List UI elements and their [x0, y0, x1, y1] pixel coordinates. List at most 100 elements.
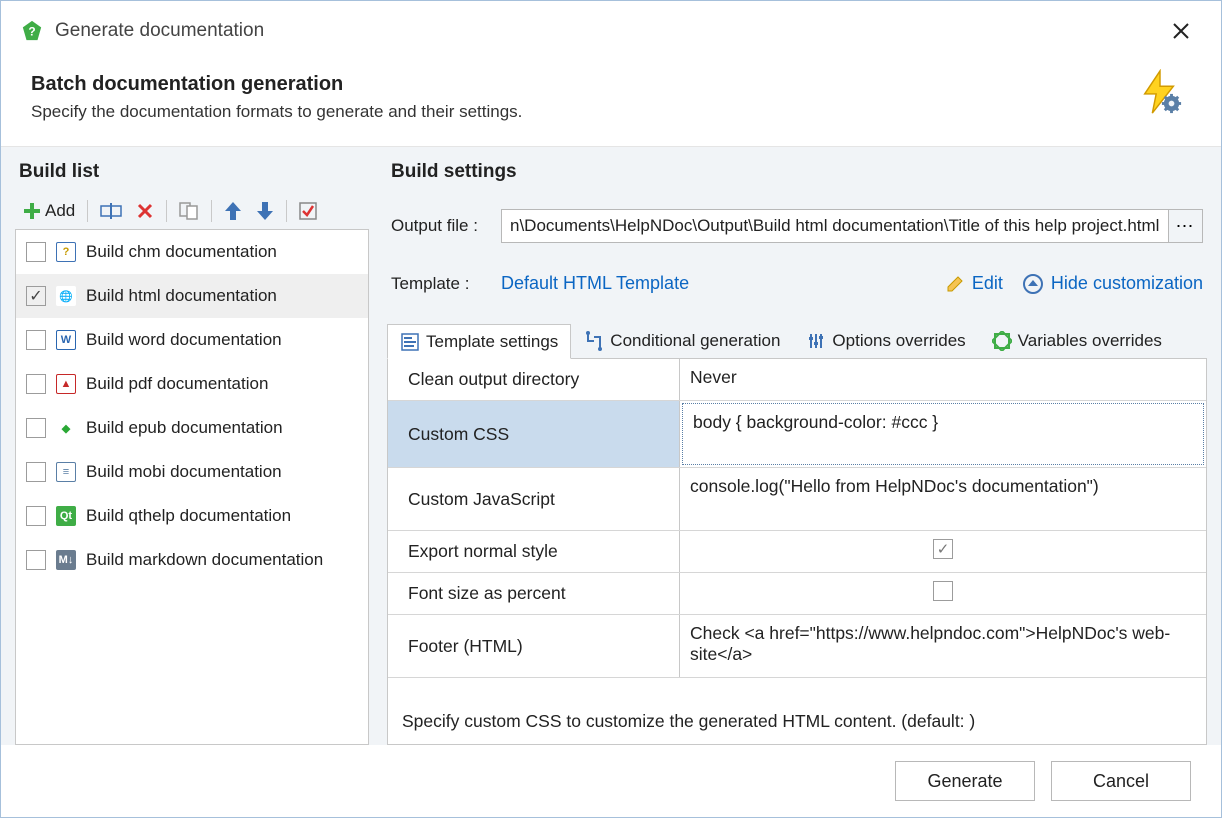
rename-button[interactable]	[94, 197, 128, 225]
chm-icon: ?	[56, 242, 76, 262]
build-list-item[interactable]: ≡ Build mobi documentation	[16, 450, 368, 494]
build-list-title: Build list	[19, 161, 369, 183]
template-row: Template : Default HTML Template Edit Hi…	[391, 273, 1203, 294]
build-list-item[interactable]: M↓Build markdown documentation	[16, 538, 368, 582]
move-down-button[interactable]	[250, 197, 280, 225]
build-list-panel: Build list Add ? Build chm documentation 🌐…	[15, 157, 369, 745]
variables-icon	[992, 331, 1012, 351]
tab-variables-overrides[interactable]: Variables overrides	[979, 324, 1175, 358]
separator	[166, 200, 167, 222]
body: Build list Add ? Build chm documentation 🌐…	[1, 147, 1221, 745]
tab-label: Conditional generation	[610, 331, 780, 351]
setting-value[interactable]: Check <a href="https://www.helpndoc.com"…	[680, 615, 1206, 677]
setting-checkbox[interactable]	[933, 581, 953, 601]
qt-icon: Qt	[56, 506, 76, 526]
header-panel: Batch documentation generation Specify t…	[1, 61, 1221, 147]
build-list-item[interactable]: 🌐Build html documentation	[16, 274, 368, 318]
hint-text: Specify custom CSS to customize the gene…	[387, 699, 1207, 745]
build-list-item[interactable]: Qt Build qthelp documentation	[16, 494, 368, 538]
duplicate-button[interactable]	[173, 197, 205, 225]
build-list[interactable]: ? Build chm documentation 🌐Build html docu…	[15, 229, 369, 745]
build-item-checkbox[interactable]	[26, 506, 46, 526]
output-file-input[interactable]	[501, 209, 1169, 243]
setting-label: Font size as percent	[388, 573, 680, 614]
build-list-item[interactable]: ▲Build pdf documentation	[16, 362, 368, 406]
close-button[interactable]	[1171, 21, 1191, 41]
tab-conditional-generation[interactable]: Conditional generation	[571, 324, 793, 358]
build-item-checkbox[interactable]	[26, 374, 46, 394]
separator	[87, 200, 88, 222]
build-item-label: Build epub documentation	[86, 418, 283, 438]
edit-label: Edit	[972, 273, 1003, 294]
build-item-label: Build mobi documentation	[86, 462, 282, 482]
build-item-checkbox[interactable]	[26, 550, 46, 570]
setting-label: Export normal style	[388, 531, 680, 572]
output-file-row: Output file : ⋯	[391, 209, 1203, 243]
tab-template-settings[interactable]: Template settings	[387, 324, 571, 359]
cancel-button[interactable]: Cancel	[1051, 761, 1191, 801]
build-item-label: Build word documentation	[86, 330, 282, 350]
build-list-item[interactable]: W Build word documentation	[16, 318, 368, 362]
mobi-icon: ≡	[56, 462, 76, 482]
build-settings-title: Build settings	[391, 161, 1207, 183]
template-name-link[interactable]: Default HTML Template	[501, 273, 689, 294]
tab-label: Options overrides	[832, 331, 965, 351]
build-list-item[interactable]: ◆ Build epub documentation	[16, 406, 368, 450]
setting-row[interactable]: Export normal style	[388, 531, 1206, 573]
setting-value[interactable]: body { background-color: #ccc }	[682, 403, 1204, 465]
setting-row[interactable]: Footer (HTML)Check <a href="https://www.…	[388, 615, 1206, 678]
setting-value[interactable]: console.log("Hello from HelpNDoc's docum…	[680, 468, 1206, 530]
check-all-button[interactable]	[293, 197, 323, 225]
header-subtitle: Specify the documentation formats to gen…	[31, 102, 522, 122]
setting-value[interactable]	[680, 531, 1206, 572]
html-icon: 🌐	[56, 286, 76, 306]
build-item-checkbox[interactable]	[26, 286, 46, 306]
build-item-label: Build chm documentation	[86, 242, 277, 262]
add-label: Add	[45, 201, 75, 221]
window-title: Generate documentation	[55, 20, 264, 42]
move-up-button[interactable]	[218, 197, 248, 225]
setting-value[interactable]	[680, 573, 1206, 614]
build-item-label: Build markdown documentation	[86, 550, 323, 570]
setting-row[interactable]: Font size as percent	[388, 573, 1206, 615]
setting-checkbox[interactable]	[933, 539, 953, 559]
collapse-icon	[1023, 274, 1043, 294]
setting-row[interactable]: Custom CSSbody { background-color: #ccc …	[388, 401, 1206, 468]
generate-button[interactable]: Generate	[895, 761, 1035, 801]
build-item-checkbox[interactable]	[26, 418, 46, 438]
build-item-checkbox[interactable]	[26, 330, 46, 350]
build-item-label: Build qthelp documentation	[86, 506, 291, 526]
output-file-label: Output file :	[391, 216, 501, 236]
titlebar: ? Generate documentation	[1, 1, 1221, 61]
setting-row[interactable]: Custom JavaScriptconsole.log("Hello from…	[388, 468, 1206, 531]
setting-label: Clean output directory	[388, 359, 680, 400]
build-list-item[interactable]: ? Build chm documentation	[16, 230, 368, 274]
epub-icon: ◆	[56, 418, 76, 438]
setting-value[interactable]: Never	[680, 359, 1206, 400]
options-icon	[806, 331, 826, 351]
settings-grid[interactable]: Clean output directoryNeverCustom CSSbod…	[387, 359, 1207, 699]
edit-template-link[interactable]: Edit	[946, 273, 1003, 294]
tab-label: Template settings	[426, 332, 558, 352]
header-title: Batch documentation generation	[31, 73, 522, 96]
svg-text:?: ?	[28, 25, 35, 39]
browse-button[interactable]: ⋯	[1169, 209, 1203, 243]
pencil-icon	[946, 275, 964, 293]
tab-label: Variables overrides	[1018, 331, 1162, 351]
pdf-icon: ▲	[56, 374, 76, 394]
word-icon: W	[56, 330, 76, 350]
delete-button[interactable]	[130, 197, 160, 225]
hide-customization-link[interactable]: Hide customization	[1023, 273, 1203, 294]
setting-label: Custom CSS	[388, 401, 680, 467]
settings-tabs: Template settings Conditional generation O…	[387, 324, 1207, 359]
build-item-checkbox[interactable]	[26, 462, 46, 482]
lightning-gear-icon	[1137, 69, 1183, 115]
separator	[211, 200, 212, 222]
separator	[286, 200, 287, 222]
add-build-button[interactable]: Add	[17, 197, 81, 225]
setting-row[interactable]: Clean output directoryNever	[388, 359, 1206, 401]
setting-label: Custom JavaScript	[388, 468, 680, 530]
dialog-footer: Generate Cancel	[1, 745, 1221, 817]
tab-options-overrides[interactable]: Options overrides	[793, 324, 978, 358]
build-item-checkbox[interactable]	[26, 242, 46, 262]
